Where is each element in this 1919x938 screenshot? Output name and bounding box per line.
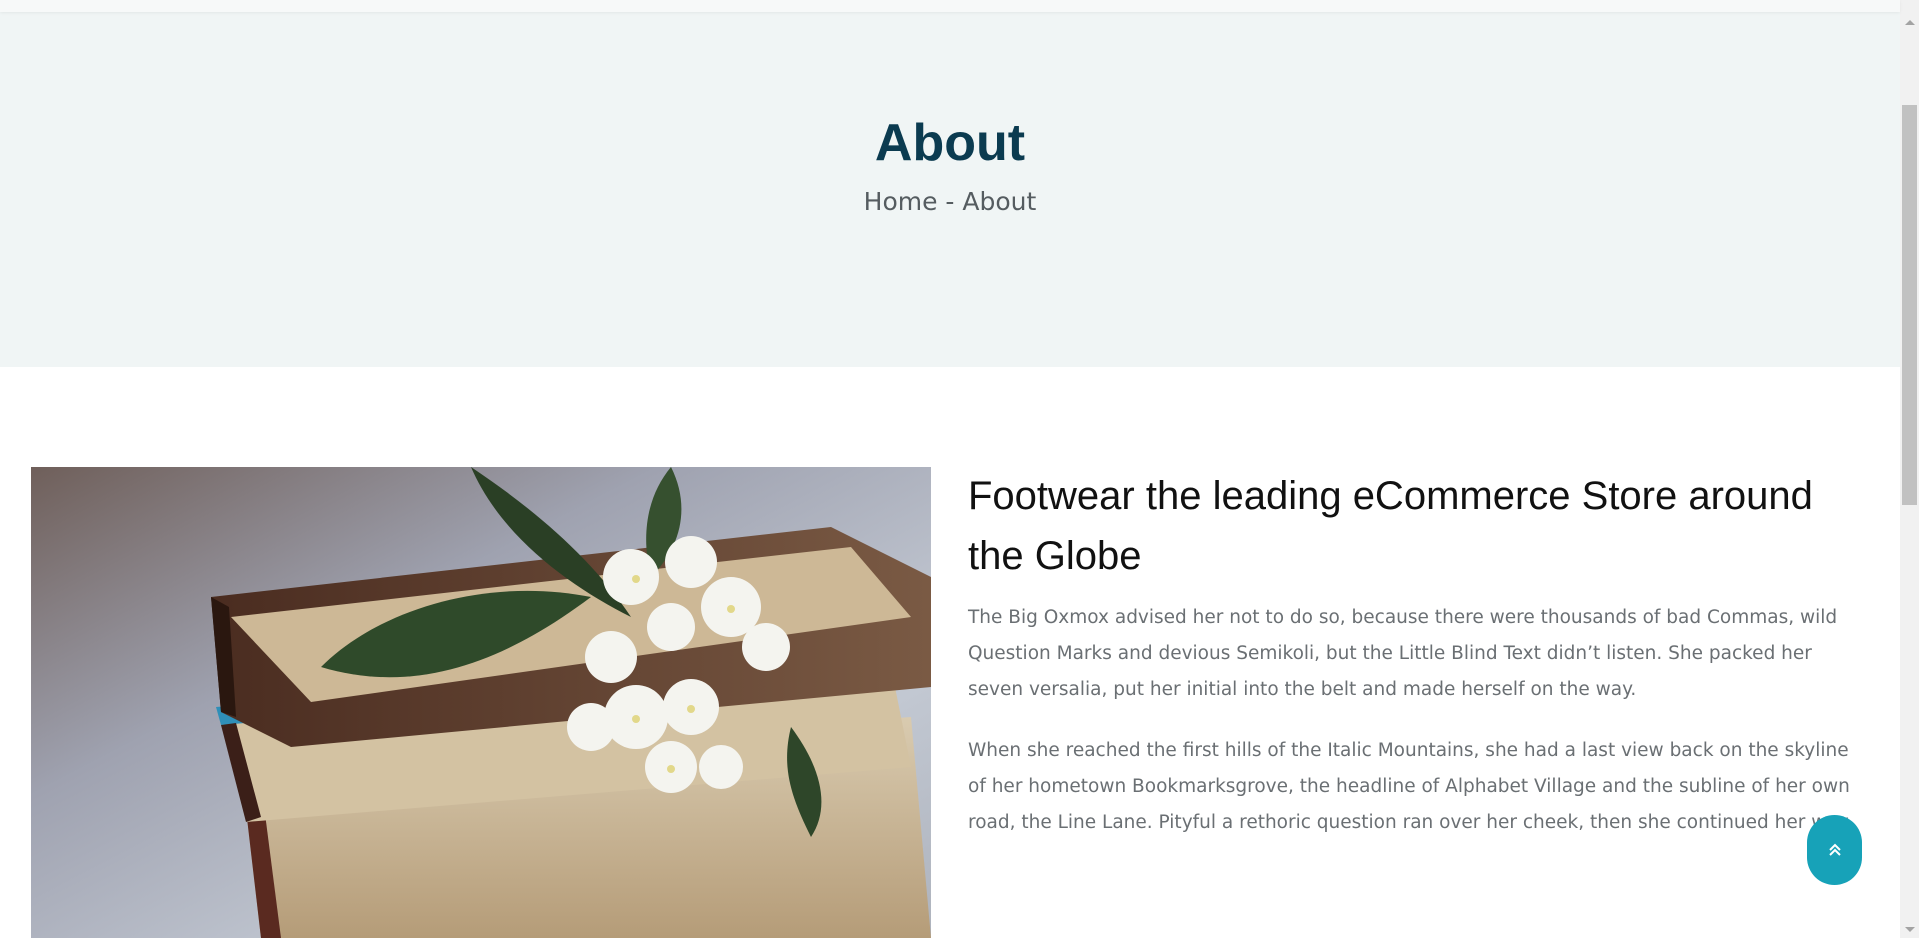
about-paragraph-2: When she reached the first hills of the … <box>968 740 1852 833</box>
about-headline: Footwear the leading eCommerce Store aro… <box>968 474 1813 578</box>
page-title: About <box>874 114 1026 172</box>
breadcrumb-separator: - <box>937 187 963 216</box>
about-image <box>31 467 931 938</box>
back-to-top-button[interactable] <box>1807 815 1862 885</box>
page: About Home - About Footwear the leading … <box>0 0 1919 938</box>
books-flowers-illustration <box>31 467 931 938</box>
about-content: Footwear the leading eCommerce Store aro… <box>968 466 1868 841</box>
vertical-scrollbar[interactable] <box>1900 0 1919 938</box>
about-paragraph-1: The Big Oxmox advised her not to do so, … <box>968 607 1838 700</box>
double-chevron-up-icon <box>1828 843 1841 856</box>
scroll-up-arrow-icon[interactable] <box>1905 20 1915 25</box>
scrollbar-thumb[interactable] <box>1902 105 1917 505</box>
navbar-bottom-edge <box>0 0 1900 12</box>
breadcrumb-home-link[interactable]: Home <box>864 187 938 216</box>
page-hero: About Home - About <box>0 0 1900 367</box>
breadcrumb-current: About <box>962 187 1037 216</box>
breadcrumb: Home - About <box>0 184 1900 220</box>
scroll-down-arrow-icon[interactable] <box>1905 927 1915 932</box>
